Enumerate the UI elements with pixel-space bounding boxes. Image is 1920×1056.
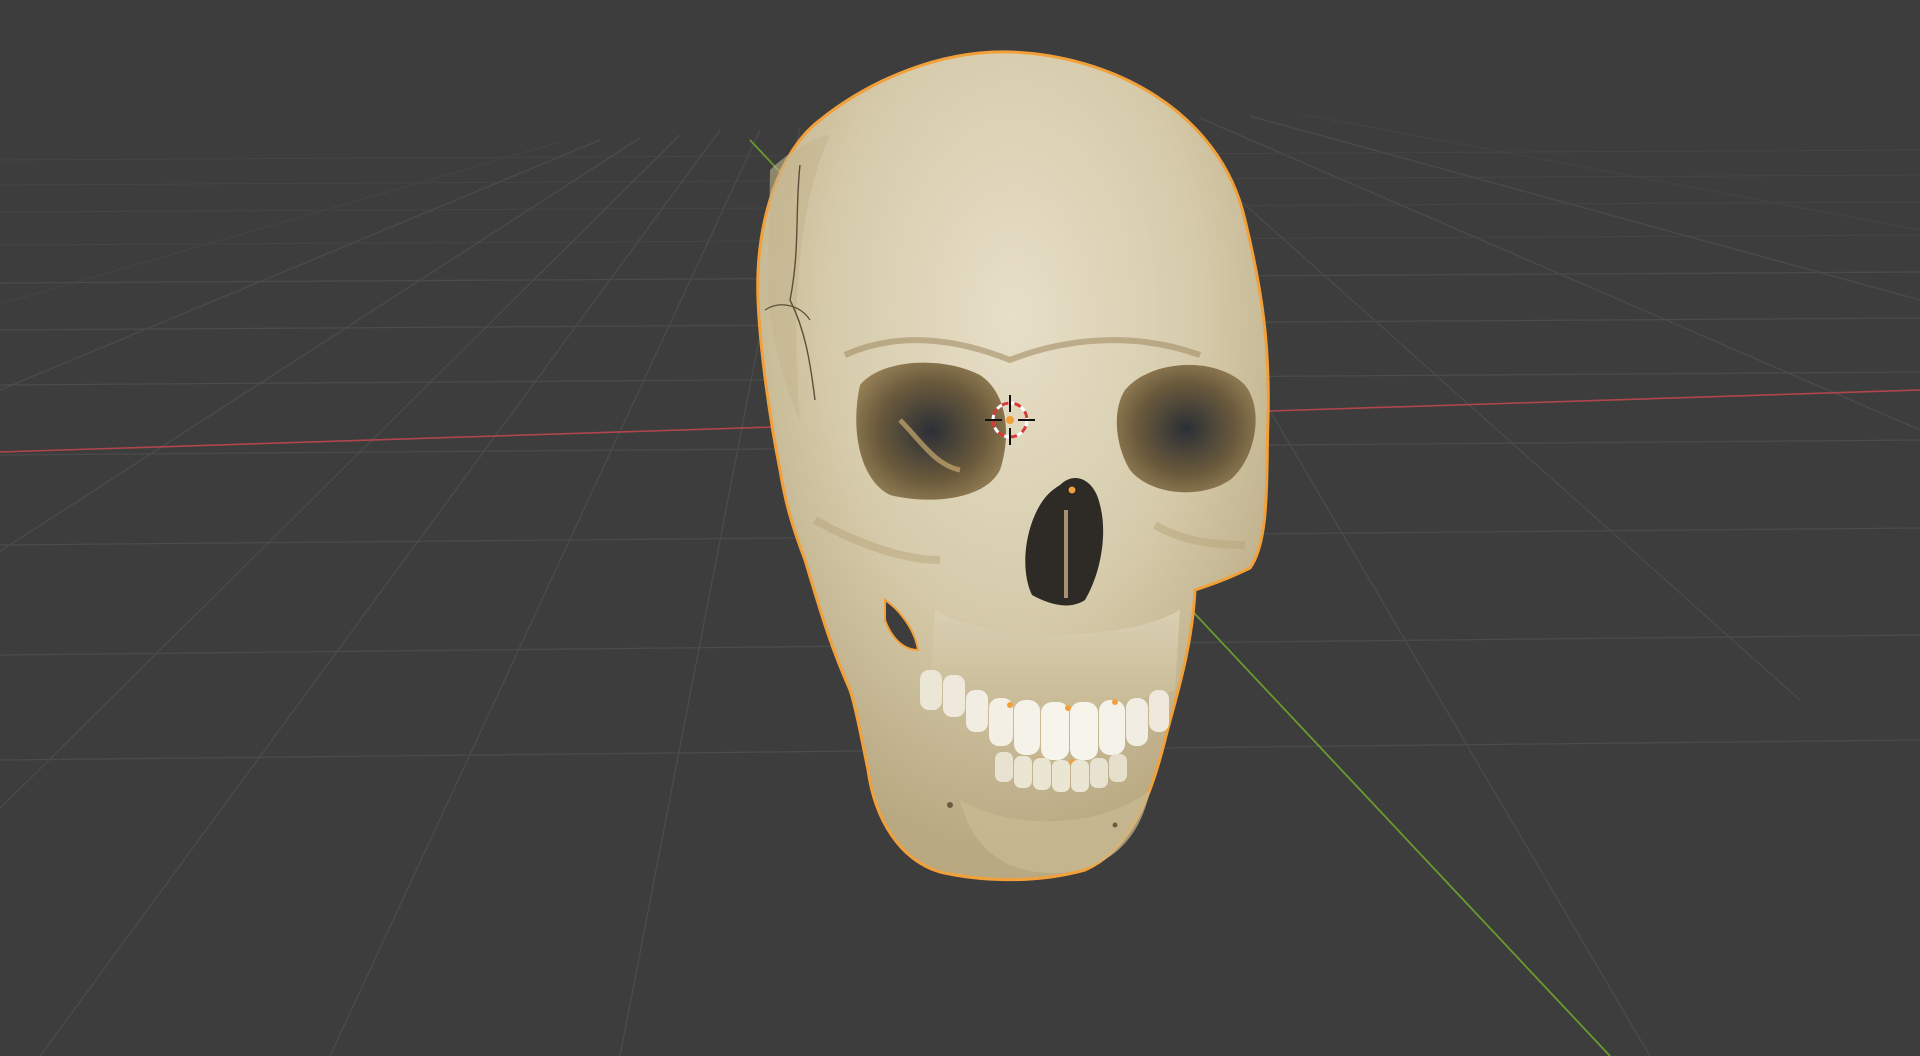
viewport-canvas[interactable] <box>0 0 1920 1056</box>
left-eye-socket <box>856 362 1006 500</box>
3d-viewport[interactable] <box>0 0 1920 1056</box>
mental-foramen <box>947 802 953 808</box>
right-eye-socket <box>1116 364 1256 493</box>
object-origin-icon[interactable] <box>1067 485 1077 495</box>
skull-mesh[interactable] <box>756 50 1270 882</box>
mental-foramen <box>1112 822 1118 828</box>
